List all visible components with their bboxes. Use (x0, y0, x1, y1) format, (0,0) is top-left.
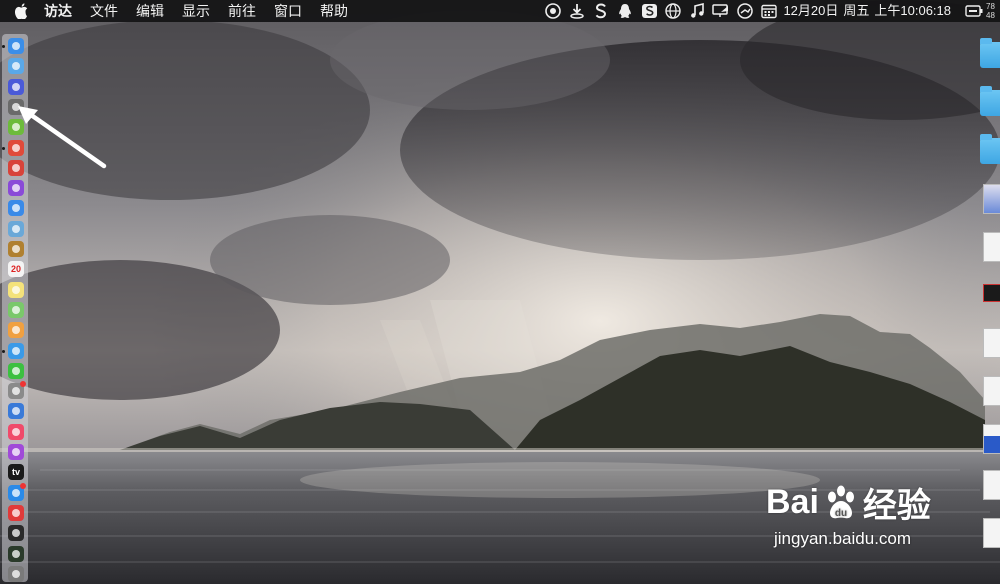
document-icon[interactable] (983, 328, 1000, 358)
screen-share-icon[interactable] (709, 0, 733, 22)
clock-weekday: 周五 (843, 3, 870, 18)
activity-icon[interactable] (8, 545, 24, 562)
battery-icon[interactable] (962, 0, 986, 22)
messages-glyph (12, 346, 20, 355)
menu-file[interactable]: 文件 (81, 0, 127, 22)
watermark-logo-cn: 经验 (862, 487, 931, 525)
running-indicator (2, 45, 5, 48)
finder-glyph (12, 42, 20, 50)
baidu-jingyan-watermark: Bai du 经验 jingyan.baidu.com (766, 478, 931, 549)
running-indicator (2, 349, 5, 353)
photos-glyph (12, 326, 20, 335)
menu-view[interactable]: 显示 (173, 0, 219, 22)
launchpad-glyph (12, 62, 20, 71)
clock-sync-icon[interactable] (733, 0, 757, 22)
annotation-arrow-icon (18, 106, 107, 169)
folder-icon[interactable] (980, 38, 1000, 68)
clock-time: 上午10:06:18 (874, 3, 951, 18)
siri-icon[interactable] (8, 78, 24, 95)
tv-icon[interactable]: tv (8, 464, 24, 481)
clock-date: 12月20日 (783, 3, 839, 18)
battery-text: 78 48 (986, 2, 995, 20)
menu-help[interactable]: 帮助 (311, 0, 357, 22)
folder-icon[interactable] (980, 134, 1000, 164)
watermark-url: jingyan.baidu.com (774, 529, 912, 548)
running-indicator (2, 146, 5, 150)
status-area: 12月20日 周五 上午10:06:18 78 48 (541, 0, 1000, 22)
document-icon[interactable] (983, 232, 1000, 262)
apple-logo-icon[interactable] (8, 0, 36, 22)
music-glyph (12, 427, 20, 436)
system-preferences-glyph (12, 387, 20, 396)
notes-icon[interactable] (8, 281, 24, 298)
globe-icon[interactable] (661, 0, 685, 22)
podcast-icon[interactable] (8, 444, 24, 460)
photos-icon[interactable] (8, 322, 24, 339)
activity-monitor-glyph (12, 549, 20, 558)
vivaldi-glyph (12, 508, 20, 517)
tv-label: tv (11, 467, 20, 478)
wechat-glyph (12, 366, 20, 375)
disk-glyph (12, 184, 20, 193)
sogou-s-icon[interactable] (589, 0, 613, 22)
siri-glyph (12, 82, 20, 91)
book-icon[interactable] (8, 241, 24, 257)
music-file-icon[interactable] (983, 376, 1000, 406)
vivaldi-icon[interactable] (8, 504, 24, 521)
menu-edit[interactable]: 编辑 (127, 0, 173, 22)
keynote-glyph (12, 407, 20, 416)
calendar-icon[interactable] (757, 0, 781, 22)
compass-icon[interactable] (8, 200, 24, 217)
wechat-icon[interactable] (8, 362, 24, 379)
disk-icon[interactable] (8, 180, 24, 197)
menu-clock[interactable]: 12月20日 周五 上午10:06:18 (781, 0, 962, 22)
app-icon[interactable] (983, 184, 1000, 214)
chat-icon[interactable] (8, 342, 24, 359)
notes-book-glyph (12, 245, 20, 253)
menu-bar: 访达 文件 编辑 显示 前往 窗口 帮助 12月20日 周五 上午10:06:1… (0, 0, 1000, 22)
document-icon[interactable] (983, 470, 1000, 500)
folder-icon[interactable] (980, 86, 1000, 116)
photo-icon[interactable] (8, 220, 24, 237)
qq-penguin-icon[interactable] (613, 0, 637, 22)
preview-glyph (12, 224, 20, 233)
menu-go[interactable]: 前往 (219, 0, 265, 22)
terminal-glyph (12, 529, 20, 538)
notes-glyph (12, 285, 20, 294)
notification-badge (20, 482, 26, 489)
maps-glyph (12, 305, 20, 314)
calendar-icon[interactable]: 20 (8, 261, 24, 278)
trash-ish-glyph (12, 569, 20, 578)
music-note-icon[interactable] (685, 0, 709, 22)
watermark-paw-text: du (835, 508, 847, 519)
image-file-icon[interactable] (983, 424, 1000, 454)
video-icon[interactable] (983, 284, 1000, 302)
sogou-input-icon[interactable] (637, 0, 661, 22)
safari-glyph (12, 204, 20, 213)
drawer-icon[interactable] (8, 565, 24, 582)
map-icon[interactable] (8, 301, 24, 318)
app-store-glyph (12, 488, 20, 497)
menu-window[interactable]: 窗口 (265, 0, 311, 22)
keynote-icon[interactable] (8, 403, 24, 420)
watermark-logo: Bai du 经验 (766, 478, 931, 527)
notification-badge (20, 381, 26, 388)
paw-icon: du (827, 485, 854, 519)
rocket-icon[interactable] (8, 58, 24, 75)
music-icon[interactable] (8, 423, 24, 440)
download-icon[interactable] (565, 0, 589, 22)
document-icon[interactable] (983, 518, 1000, 548)
finder-icon[interactable] (8, 38, 24, 54)
calendar-label: 20 (10, 264, 21, 275)
menu-app-name[interactable]: 访达 (36, 0, 81, 22)
terminal-icon[interactable] (8, 525, 24, 542)
eye-icon[interactable] (541, 0, 565, 22)
watermark-logo-bai: Bai (766, 483, 819, 521)
podcasts-glyph (12, 448, 20, 456)
